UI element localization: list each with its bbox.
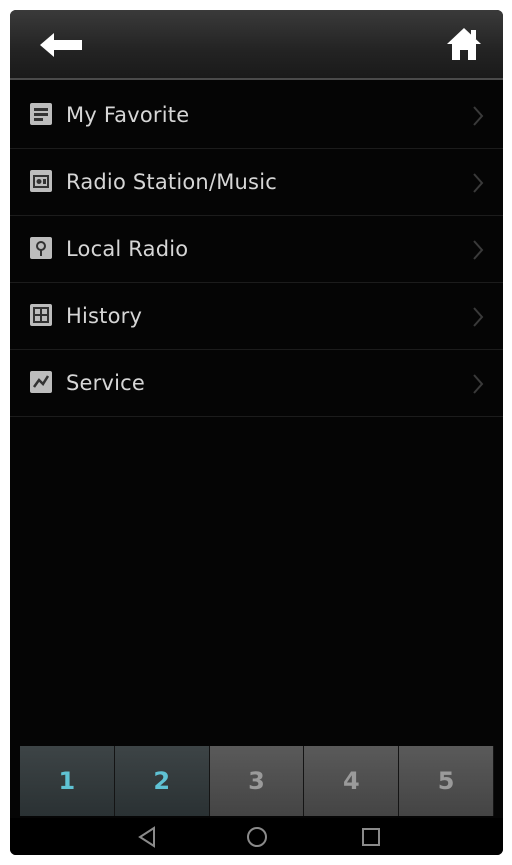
- preset-tab-5[interactable]: 5: [399, 746, 494, 816]
- menu-item-my-favorite[interactable]: My Favorite: [10, 82, 503, 149]
- menu-item-label: Local Radio: [66, 237, 189, 261]
- home-icon[interactable]: [445, 26, 483, 62]
- preset-tab-1[interactable]: 1: [20, 746, 115, 816]
- preset-tab-4[interactable]: 4: [304, 746, 400, 816]
- menu-list: My Favorite Radio Station/Music Local Ra…: [10, 82, 503, 417]
- menu-item-label: History: [66, 304, 143, 328]
- chevron-right-icon: [471, 372, 485, 396]
- radio-station-icon: [30, 170, 52, 192]
- nav-home-icon[interactable]: [244, 824, 270, 850]
- local-radio-icon: [30, 237, 52, 259]
- nav-back-icon[interactable]: [135, 824, 161, 850]
- preset-tab-bar: 1 2 3 4 5: [20, 746, 494, 816]
- chevron-right-icon: [471, 238, 485, 262]
- menu-item-history[interactable]: History: [10, 283, 503, 350]
- menu-item-radio-station-music[interactable]: Radio Station/Music: [10, 149, 503, 216]
- system-nav-bar: [10, 818, 503, 855]
- menu-item-service[interactable]: Service: [10, 350, 503, 417]
- header-bar: [10, 10, 503, 80]
- chevron-right-icon: [471, 305, 485, 329]
- service-icon: [30, 371, 52, 393]
- chevron-right-icon: [471, 171, 485, 195]
- preset-tab-2[interactable]: 2: [114, 746, 210, 816]
- chevron-right-icon: [471, 104, 485, 128]
- menu-item-local-radio[interactable]: Local Radio: [10, 216, 503, 283]
- app-screen: My Favorite Radio Station/Music Local Ra…: [10, 10, 503, 855]
- menu-item-label: Service: [66, 371, 146, 395]
- menu-item-label: My Favorite: [66, 103, 190, 127]
- menu-item-label: Radio Station/Music: [66, 170, 277, 194]
- preset-tab-3[interactable]: 3: [209, 746, 305, 816]
- favorite-icon: [30, 103, 52, 125]
- nav-recents-icon[interactable]: [358, 824, 384, 850]
- history-icon: [30, 304, 52, 326]
- back-arrow-icon[interactable]: [40, 32, 84, 58]
